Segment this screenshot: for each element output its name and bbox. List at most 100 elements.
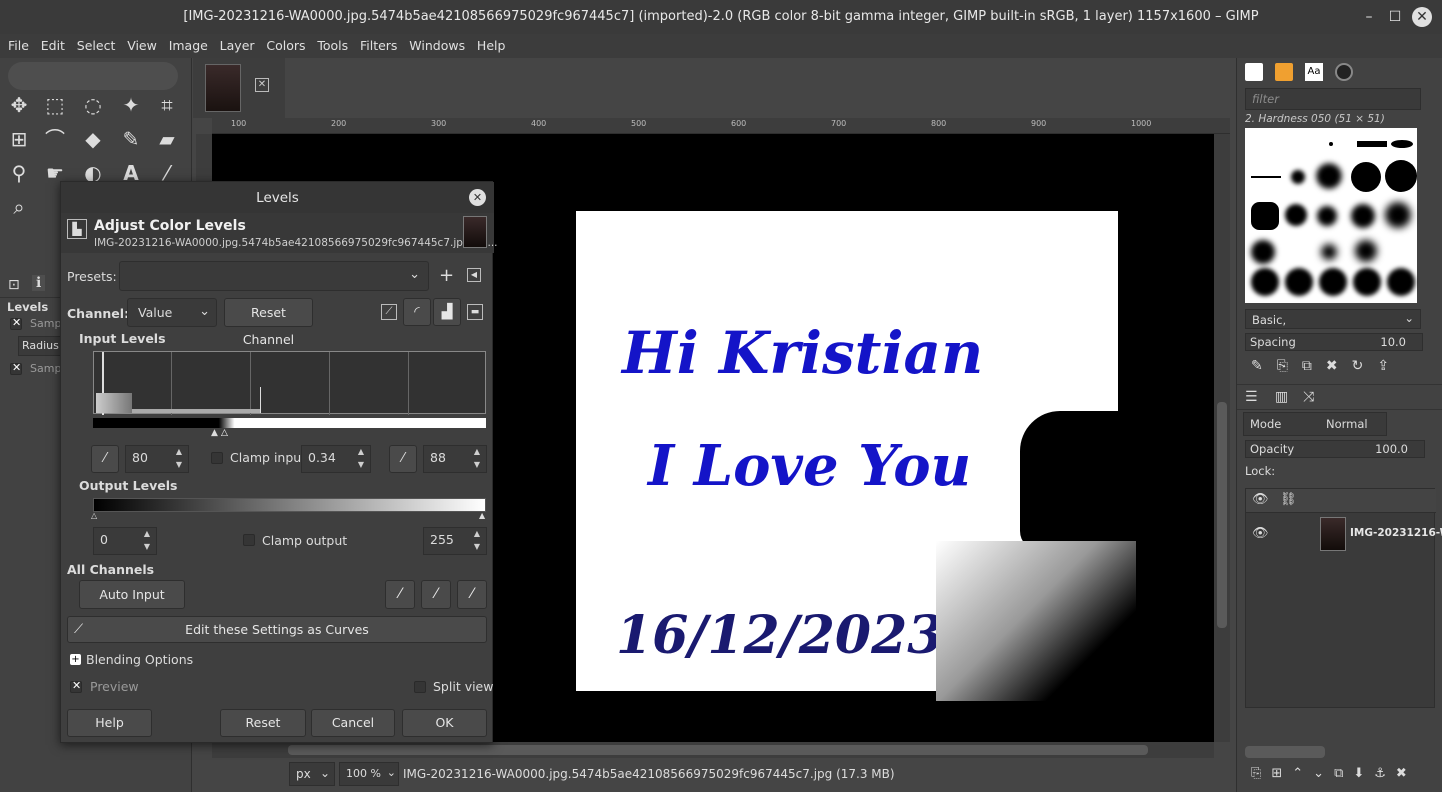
preview-checkbox[interactable] bbox=[70, 679, 82, 693]
presets-select[interactable]: ⌄ bbox=[119, 261, 429, 291]
rect-select-icon[interactable]: ⬚ bbox=[40, 90, 70, 120]
fuzzy-select-icon[interactable]: ✦ bbox=[116, 90, 146, 120]
brush-actions[interactable]: ✎⎘⧉✖↻⇪ bbox=[1251, 358, 1431, 376]
menu-windows[interactable]: Windows bbox=[401, 34, 465, 53]
fonts-tab-icon[interactable]: Aa bbox=[1305, 63, 1323, 81]
edit-as-curves-button[interactable]: ⟋ Edit these Settings as Curves bbox=[67, 616, 487, 643]
add-preset-icon[interactable]: + bbox=[439, 265, 454, 286]
pick-white-all-icon[interactable]: ⁄ bbox=[457, 580, 487, 609]
output-low-handle[interactable]: △ bbox=[91, 511, 97, 520]
spin-up-icon[interactable]: ▲ bbox=[139, 528, 155, 540]
mode-select[interactable]: Mode Normal bbox=[1243, 412, 1387, 436]
spacing-field[interactable]: Spacing 10.0 bbox=[1245, 333, 1423, 351]
clamp-output-checkbox[interactable] bbox=[243, 534, 255, 546]
input-low-handle[interactable]: ▲ bbox=[211, 428, 218, 438]
menu-filters[interactable]: Filters bbox=[352, 34, 397, 53]
linear-histogram-icon[interactable]: ⟋ bbox=[381, 304, 397, 320]
layers-scroll-thumb[interactable] bbox=[1245, 746, 1325, 758]
auto-input-levels-button[interactable]: Auto Input Levels bbox=[79, 580, 185, 629]
horizontal-scroll-thumb[interactable] bbox=[288, 745, 1148, 755]
menu-view[interactable]: View bbox=[119, 34, 157, 53]
brush-set-select[interactable]: Basic, ⌄ bbox=[1245, 309, 1421, 329]
menu-file[interactable]: File bbox=[0, 34, 29, 53]
help-button[interactable]: Help bbox=[67, 709, 152, 737]
pick-black-point-icon[interactable]: ⁄ bbox=[91, 445, 119, 473]
log-histogram-icon[interactable]: ◜ bbox=[403, 298, 431, 326]
menu-select[interactable]: Select bbox=[69, 34, 116, 53]
output-gradient[interactable] bbox=[93, 498, 486, 512]
layer-visibility-icon[interactable]: 👁 bbox=[1252, 526, 1269, 541]
split-view-checkbox[interactable] bbox=[414, 681, 426, 693]
brush-grid[interactable] bbox=[1245, 128, 1417, 303]
menu-edit[interactable]: Edit bbox=[33, 34, 65, 53]
cancel-button[interactable]: Cancel bbox=[311, 709, 395, 737]
horizontal-ruler[interactable]: 100 200 300 400 500 600 700 800 900 1000 bbox=[212, 118, 1230, 134]
sample-merged-checkbox[interactable] bbox=[10, 361, 22, 375]
transform-icon[interactable]: ⊞ bbox=[4, 124, 34, 154]
spin-down-icon[interactable]: ▼ bbox=[469, 541, 485, 553]
move-tool-icon[interactable]: ✥ bbox=[4, 90, 34, 120]
paths-tab-icon[interactable]: ⤨ bbox=[1303, 389, 1314, 405]
pick-gray-all-icon[interactable]: ⁄ bbox=[421, 580, 451, 609]
channel-select[interactable]: Value ⌄ bbox=[127, 298, 217, 327]
bucket-fill-icon[interactable]: ◆ bbox=[78, 124, 108, 154]
expand-blending-icon[interactable]: + bbox=[70, 654, 81, 665]
maximize-button[interactable]: ☐ bbox=[1384, 6, 1406, 28]
minimize-button[interactable]: – bbox=[1358, 6, 1380, 28]
histogram-range-icon[interactable]: ▬ bbox=[467, 304, 483, 320]
preset-menu-icon[interactable]: ◀ bbox=[467, 268, 481, 282]
clone-icon[interactable]: ⚲ bbox=[4, 158, 34, 188]
menu-image[interactable]: Image bbox=[161, 34, 208, 53]
close-tab-icon[interactable]: ✕ bbox=[255, 78, 269, 92]
input-high-handle[interactable]: △ bbox=[221, 428, 228, 438]
channels-tab-icon[interactable]: ▥ bbox=[1275, 389, 1288, 405]
vertical-scroll-thumb[interactable] bbox=[1217, 402, 1227, 628]
zoom-icon[interactable]: ⌕ bbox=[4, 192, 34, 222]
reset-button[interactable]: Reset bbox=[220, 709, 306, 737]
menu-colors[interactable]: Colors bbox=[258, 34, 305, 53]
layers-tab-icon[interactable]: ☰ bbox=[1245, 389, 1258, 405]
spin-down-icon[interactable]: ▼ bbox=[139, 541, 155, 553]
reset-channel-button[interactable]: Reset Channel bbox=[224, 298, 313, 347]
eraser-icon[interactable]: ▰ bbox=[152, 124, 182, 154]
opacity-field[interactable]: Opacity 100.0 bbox=[1245, 440, 1425, 458]
menu-help[interactable]: Help bbox=[469, 34, 506, 53]
layer-row[interactable]: 👁 IMG-20231216-WA bbox=[1246, 517, 1442, 553]
spin-down-icon[interactable]: ▼ bbox=[353, 459, 369, 471]
zoom-select[interactable]: 100 % ⌄ bbox=[339, 762, 399, 786]
layer-actions[interactable]: ⎘⊞⌃⌄⧉⬇⚓✖ bbox=[1251, 766, 1441, 784]
ok-button[interactable]: OK bbox=[402, 709, 487, 737]
blending-options-label[interactable]: Blending Options bbox=[86, 652, 193, 667]
patterns-tab-icon[interactable] bbox=[1275, 63, 1293, 81]
horizontal-scrollbar[interactable] bbox=[212, 742, 1214, 758]
close-window-button[interactable]: ✕ bbox=[1412, 7, 1432, 27]
unit-select[interactable]: px ⌄ bbox=[289, 762, 335, 786]
spin-up-icon[interactable]: ▲ bbox=[171, 446, 187, 458]
menu-layer[interactable]: Layer bbox=[212, 34, 255, 53]
vertical-scrollbar[interactable] bbox=[1214, 134, 1230, 742]
sample-average-checkbox[interactable] bbox=[10, 316, 22, 330]
free-select-icon[interactable]: ◌ bbox=[78, 90, 108, 120]
tool-options-icon[interactable]: ⊡ bbox=[8, 277, 20, 293]
brush-filter-input[interactable]: filter bbox=[1245, 88, 1421, 110]
spin-up-icon[interactable]: ▲ bbox=[469, 446, 485, 458]
spin-up-icon[interactable]: ▲ bbox=[353, 446, 369, 458]
image-tab[interactable]: ✕ bbox=[193, 58, 285, 118]
device-status-icon[interactable]: ℹ bbox=[32, 275, 46, 291]
crop-icon[interactable]: ⌗ bbox=[152, 90, 182, 120]
input-gradient[interactable] bbox=[93, 418, 486, 428]
brushes-tab-icon[interactable] bbox=[1245, 63, 1263, 81]
dynamics-tab-icon[interactable] bbox=[1335, 63, 1353, 81]
spin-down-icon[interactable]: ▼ bbox=[171, 459, 187, 471]
paintbrush-icon[interactable]: ✎ bbox=[116, 124, 146, 154]
spin-up-icon[interactable]: ▲ bbox=[469, 528, 485, 540]
pick-black-all-icon[interactable]: ⁄ bbox=[385, 580, 415, 609]
radius-field[interactable]: Radius bbox=[18, 336, 62, 356]
histogram-view-icon[interactable]: ▟ bbox=[433, 298, 461, 326]
menu-tools[interactable]: Tools bbox=[309, 34, 348, 53]
warp-icon[interactable]: ⌒ bbox=[40, 124, 70, 154]
dialog-close-button[interactable]: ✕ bbox=[469, 189, 486, 206]
clamp-input-checkbox[interactable] bbox=[211, 452, 223, 464]
pick-white-point-icon[interactable]: ⁄ bbox=[389, 445, 417, 473]
layers-list[interactable]: 👁 ⛓ 👁 IMG-20231216-WA bbox=[1245, 488, 1442, 708]
